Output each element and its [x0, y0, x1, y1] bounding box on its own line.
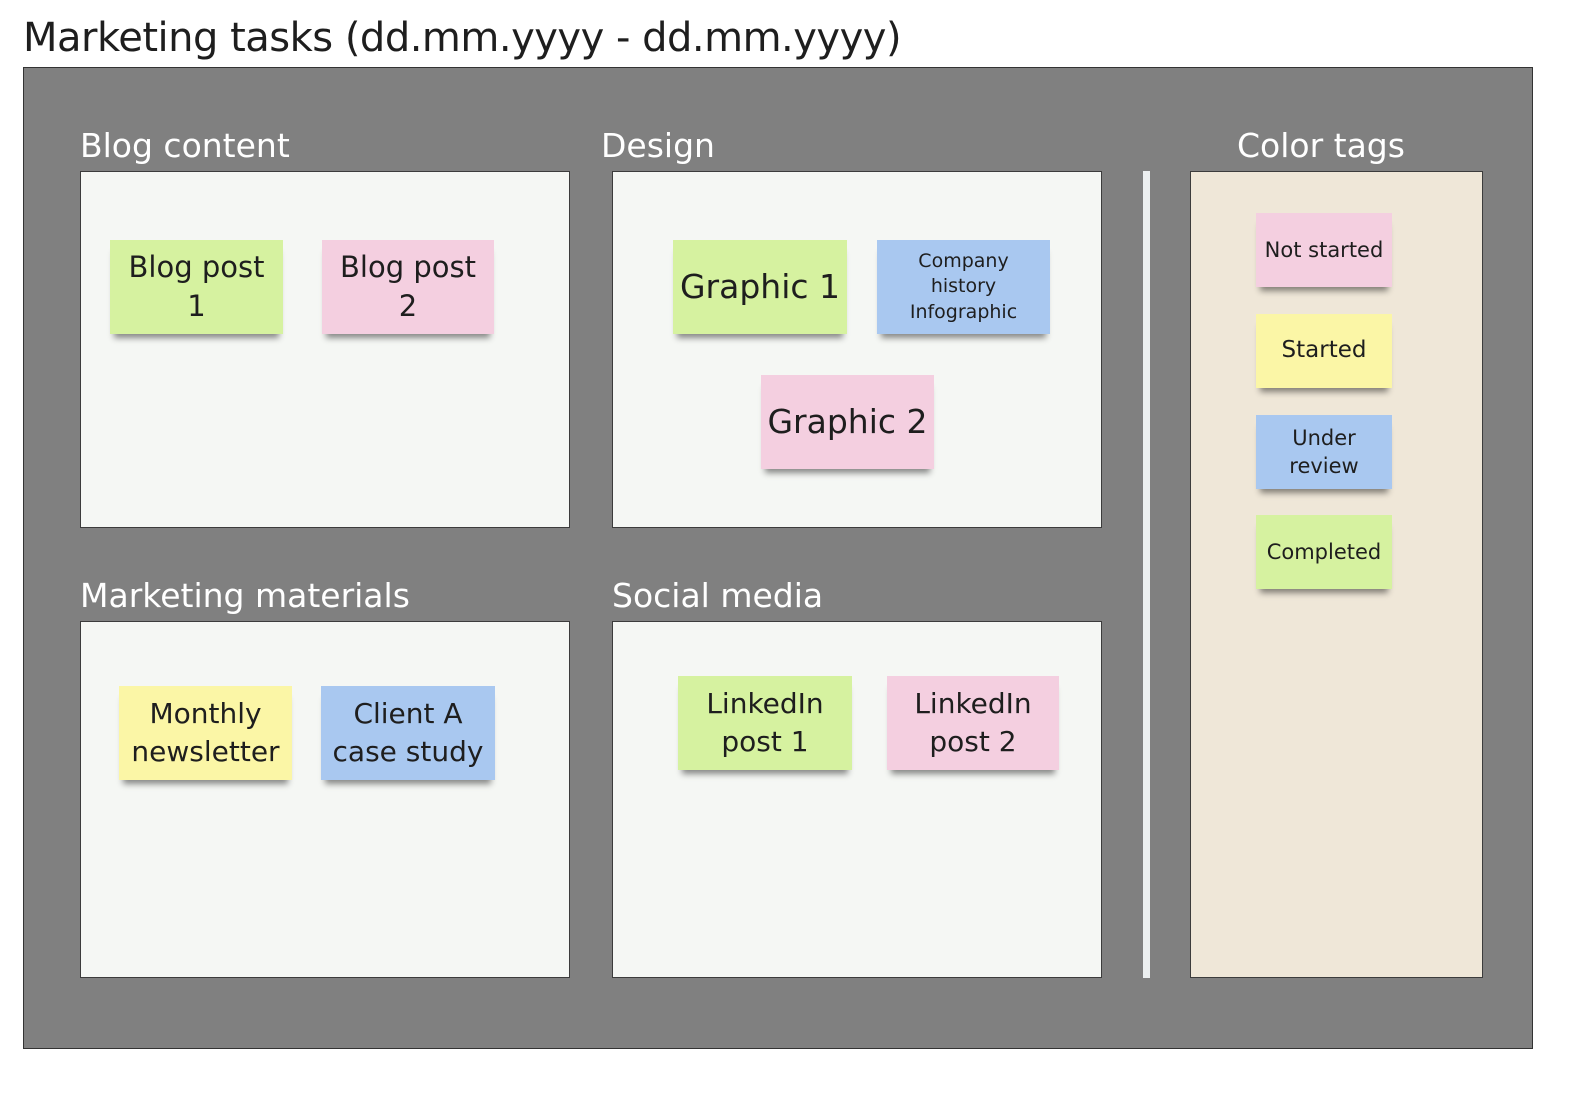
color-tag-under-review[interactable]: Under review — [1256, 415, 1392, 489]
sticky-note-company-history-infographic[interactable]: Company history Infographic — [877, 240, 1050, 334]
frame-color-tags[interactable]: Not started Started Under review Complet… — [1190, 171, 1483, 978]
page-title: Marketing tasks (dd.mm.yyyy - dd.mm.yyyy… — [23, 15, 902, 61]
board-canvas[interactable]: Blog content Blog post 1 Blog post 2 Des… — [23, 67, 1533, 1049]
frame-design[interactable]: Graphic 1 Company history Infographic Gr… — [612, 171, 1102, 528]
section-title-color-tags: Color tags — [1237, 126, 1405, 165]
sticky-note-blog-post-2[interactable]: Blog post 2 — [322, 240, 494, 334]
section-title-marketing-materials: Marketing materials — [80, 576, 410, 615]
section-title-blog-content: Blog content — [80, 126, 290, 165]
color-tag-not-started[interactable]: Not started — [1256, 213, 1392, 287]
section-title-social-media: Social media — [612, 576, 824, 615]
sticky-note-linkedin-post-2[interactable]: LinkedIn post 2 — [887, 676, 1059, 770]
sticky-note-linkedin-post-1[interactable]: LinkedIn post 1 — [678, 676, 852, 770]
section-title-design: Design — [601, 126, 715, 165]
sticky-note-monthly-newsletter[interactable]: Monthly newsletter — [119, 686, 292, 780]
color-tag-completed[interactable]: Completed — [1256, 515, 1392, 589]
frame-blog-content[interactable]: Blog post 1 Blog post 2 — [80, 171, 570, 528]
frame-marketing-materials[interactable]: Monthly newsletter Client A case study — [80, 621, 570, 978]
sticky-note-graphic-2[interactable]: Graphic 2 — [761, 375, 934, 469]
frame-social-media[interactable]: LinkedIn post 1 LinkedIn post 2 — [612, 621, 1102, 978]
column-divider — [1143, 171, 1150, 978]
sticky-note-graphic-1[interactable]: Graphic 1 — [673, 240, 847, 334]
color-tag-started[interactable]: Started — [1256, 314, 1392, 388]
sticky-note-blog-post-1[interactable]: Blog post 1 — [110, 240, 283, 334]
sticky-note-client-a-case-study[interactable]: Client A case study — [321, 686, 495, 780]
